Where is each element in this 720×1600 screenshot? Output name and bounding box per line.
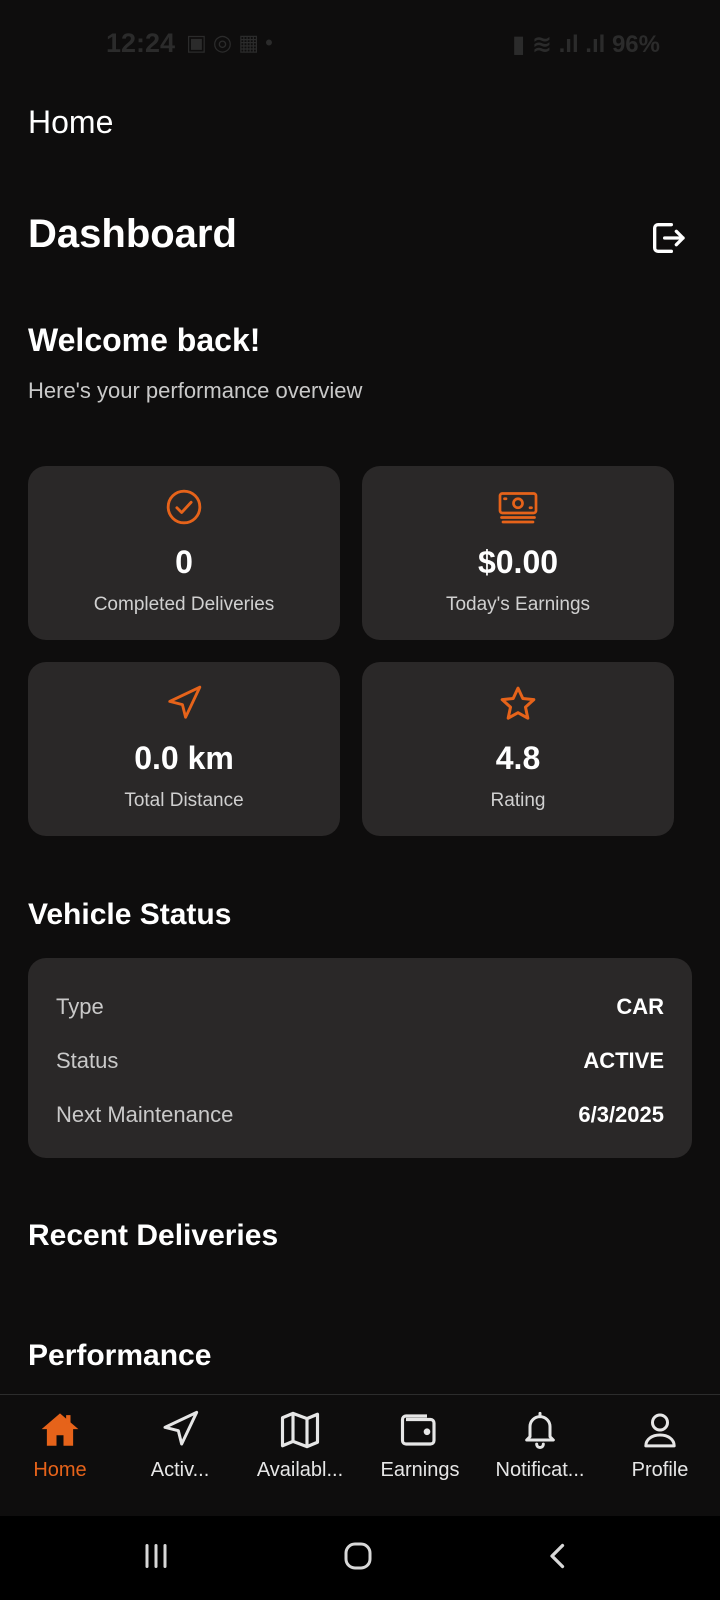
nav-label: Earnings <box>380 1459 460 1481</box>
vehicle-status-card: Type CAR Status ACTIVE Next Maintenance … <box>28 958 692 1158</box>
vehicle-key: Status <box>56 1048 119 1073</box>
stat-card-distance: 0.0 km Total Distance <box>28 662 340 836</box>
system-nav-bar <box>0 1516 720 1600</box>
app-bar-title: Home <box>28 104 114 140</box>
vehicle-row-status: Status ACTIVE <box>56 1048 664 1078</box>
status-notification-icons: ▣ ◎ ▦ • <box>186 30 273 55</box>
recent-apps-icon <box>145 1544 167 1568</box>
stat-value: 4.8 <box>495 740 541 776</box>
home-icon <box>41 1413 79 1446</box>
vehicle-row-maintenance: Next Maintenance 6/3/2025 <box>56 1102 664 1132</box>
navigation-icon <box>163 1410 199 1446</box>
vehicle-value: ACTIVE <box>583 1048 664 1073</box>
stat-value: 0.0 km <box>134 740 234 776</box>
nav-item-notifications[interactable]: Notificat... <box>480 1409 600 1482</box>
status-battery: ▮ ≋ .ıl .ıl 96% <box>512 30 660 59</box>
nav-item-active[interactable]: Activ... <box>120 1409 240 1482</box>
nav-item-home[interactable]: Home <box>0 1409 120 1482</box>
signal-icon: ▮ ≋ .ıl .ıl <box>511 31 612 58</box>
status-bar: 12:24 ▣ ◎ ▦ • ▮ ≋ .ıl .ıl 96% <box>0 0 720 88</box>
stat-label: Rating <box>490 790 546 811</box>
nav-item-available[interactable]: Availabl... <box>240 1409 360 1482</box>
nav-label: Home <box>33 1459 87 1481</box>
stat-label: Completed Deliveries <box>93 594 275 615</box>
map-icon <box>280 1411 320 1449</box>
bottom-nav: Home Activ... Availabl... Earnings Notif… <box>0 1394 720 1517</box>
stat-value: $0.00 <box>477 544 559 580</box>
vehicle-row-type: Type CAR <box>56 994 664 1024</box>
stat-label: Today's Earnings <box>445 594 591 615</box>
vehicle-value: CAR <box>616 994 664 1019</box>
vehicle-status-title: Vehicle Status <box>28 898 232 931</box>
page-title: Dashboard <box>28 212 237 256</box>
vehicle-value: 6/3/2025 <box>578 1102 664 1127</box>
home-system-button[interactable] <box>340 1538 376 1579</box>
nav-label: Activ... <box>150 1459 210 1481</box>
status-time: 12:24 <box>106 28 176 58</box>
nav-item-earnings[interactable]: Earnings <box>360 1409 480 1482</box>
back-icon <box>550 1543 565 1569</box>
cash-icon <box>498 492 538 524</box>
back-button[interactable] <box>540 1538 576 1579</box>
nav-label: Availabl... <box>256 1459 344 1481</box>
performance-title: Performance <box>28 1339 212 1372</box>
welcome-title: Welcome back! <box>28 322 261 358</box>
vehicle-key: Type <box>56 994 104 1019</box>
check-circle-icon <box>166 489 202 525</box>
stat-label: Total Distance <box>124 790 244 811</box>
nav-label: Notificat... <box>495 1459 585 1481</box>
nav-label: Profile <box>631 1459 689 1481</box>
stat-card-rating: 4.8 Rating <box>362 662 674 836</box>
vehicle-key: Next Maintenance <box>56 1102 234 1127</box>
stat-card-earnings: $0.00 Today's Earnings <box>362 466 674 640</box>
stat-card-deliveries: 0 Completed Deliveries <box>28 466 340 640</box>
navigation-arrow-icon <box>168 685 202 719</box>
user-icon <box>644 1413 676 1448</box>
home-circle-icon <box>344 1542 372 1570</box>
stat-value: 0 <box>175 544 193 580</box>
star-icon <box>500 686 536 720</box>
logout-button[interactable] <box>648 218 688 258</box>
battery-level: 96% <box>611 31 660 58</box>
nav-item-profile[interactable]: Profile <box>600 1409 720 1482</box>
wallet-icon <box>400 1414 436 1446</box>
welcome-subtitle: Here's your performance overview <box>28 378 363 403</box>
bell-icon <box>525 1411 555 1449</box>
recent-deliveries-title: Recent Deliveries <box>28 1219 279 1252</box>
logout-icon <box>653 223 685 253</box>
recent-apps-button[interactable] <box>138 1538 174 1579</box>
